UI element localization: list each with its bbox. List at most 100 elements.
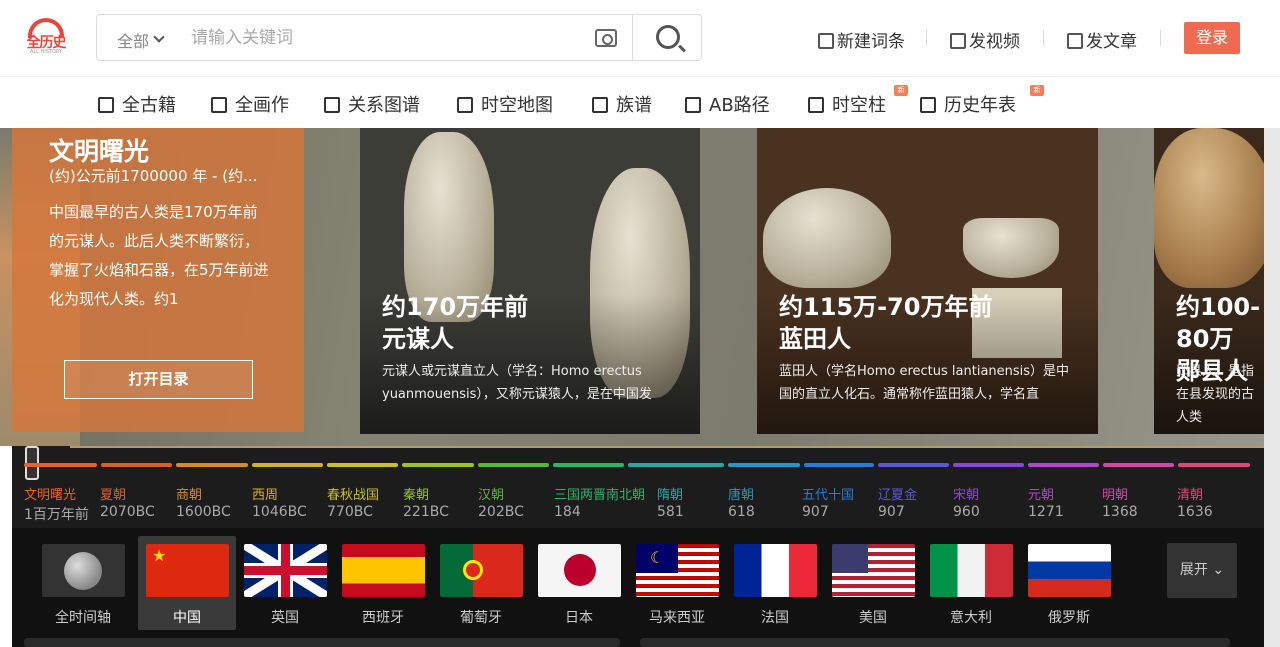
timeline-segment[interactable] [878,463,949,467]
content-strip [640,638,1230,647]
timeline-segment[interactable] [478,463,549,467]
hero-card[interactable]: 约115万-70万年前 蓝田人 蓝田人（学名Homo erectus lantia… [757,128,1098,434]
period-name[interactable]: 文明曙光 [24,484,76,503]
search-input[interactable] [191,25,571,51]
timeline-segment[interactable] [1103,463,1174,467]
period-year: 618 [728,504,755,520]
period-year: 1368 [1102,504,1138,520]
period-name[interactable]: 商朝 [176,484,202,503]
country-label: 意大利 [950,610,992,626]
country-italy[interactable]: 意大利 [922,536,1020,630]
timeline-segment[interactable] [628,463,724,467]
card-time: 约170万年前 [382,293,529,321]
country-malaysia[interactable]: ☾ 马来西亚 [628,536,726,630]
timeline-segment[interactable] [252,463,323,467]
login-button[interactable]: 登录 [1184,22,1240,54]
country-label: 中国 [173,610,201,626]
country-label: 西班牙 [362,610,404,626]
period-name[interactable]: 五代十国 [802,484,854,503]
nav-label: 全画作 [235,95,289,116]
nav-item-ancient-books[interactable]: 全古籍 [98,91,176,117]
country-label: 葡萄牙 [460,610,502,626]
search-icon[interactable] [656,25,680,49]
country-china[interactable]: ★ 中国 [138,536,236,630]
country-uk[interactable]: 英国 [236,536,334,630]
nav-item-relation-graph[interactable]: 关系图谱 [324,91,420,117]
card-time: 约100-80万 [1176,293,1261,353]
country-france[interactable]: 法国 [726,536,824,630]
period-name[interactable]: 隋朝 [657,484,683,503]
picture-icon [211,97,227,113]
period-name[interactable]: 西周 [252,484,278,503]
timeline-segment[interactable] [101,463,172,467]
top-bar: 全历史 ALL HISTORY 全部 新建词条 发视频 发文章 登录 [0,0,1280,76]
period-year: 221BC [403,504,449,520]
timeline-segment[interactable] [804,463,874,467]
period-name[interactable]: 秦朝 [403,484,429,503]
chevron-down-icon[interactable] [153,31,165,43]
period-name[interactable]: 汉朝 [478,484,504,503]
search-divider [632,15,633,60]
timeline-segment[interactable] [402,463,474,467]
period-name[interactable]: 夏朝 [100,484,126,503]
nav-item-spacetime-map[interactable]: 时空地图 [457,91,553,117]
post-article-label: 发文章 [1086,32,1137,52]
country-usa[interactable]: 美国 [824,536,922,630]
period-name[interactable]: 三国两晋南北朝 [554,484,645,503]
period-name[interactable]: 宋朝 [953,484,979,503]
period-name[interactable]: 明朝 [1102,484,1128,503]
period-name[interactable]: 辽夏金 [878,484,917,503]
country-spain[interactable]: 西班牙 [334,536,432,630]
nav-item-genealogy[interactable]: 族谱 [592,91,652,117]
nav-label: 历史年表 [944,95,1016,116]
country-russia[interactable]: 俄罗斯 [1020,536,1118,630]
open-catalog-button[interactable]: 打开目录 [64,360,253,399]
nav-item-paintings[interactable]: 全画作 [211,91,289,117]
search-scope-select[interactable]: 全部 [117,28,149,52]
post-article-link[interactable]: 发文章 [1067,27,1137,52]
graph-icon [324,97,340,113]
flag-stripe [281,544,290,597]
timeline-segment[interactable] [176,463,248,467]
nav-item-ab-path[interactable]: AB路径 [685,91,770,117]
post-video-link[interactable]: 发视频 [950,27,1020,52]
country-all-timeline[interactable]: 全时间轴 [34,536,132,630]
timeline-segment[interactable] [1028,463,1099,467]
scrollbar[interactable] [1264,128,1280,647]
period-name[interactable]: 春秋战国 [327,484,379,503]
timeline-segment[interactable] [1178,463,1250,467]
flag-star: ★ [152,546,167,565]
timeline-segment[interactable] [327,463,398,467]
fossil-jaw-image [963,218,1059,278]
hero-card[interactable]: 约170万年前 元谋人 元谋人或元谋直立人（学名：Homo erectus yua… [360,128,700,434]
nav-item-spacetime-pillar[interactable]: 时空柱新 [808,85,908,117]
flag-canton: ☾ [636,544,678,573]
nav-label: 全古籍 [122,95,176,116]
logo-subtext: ALL HISTORY [29,49,63,55]
period-name[interactable]: 唐朝 [728,484,754,503]
period-name[interactable]: 清朝 [1177,484,1203,503]
timeline-segment[interactable] [553,463,624,467]
globe-sphere [64,552,102,590]
expand-button[interactable]: 展开 ⌄ [1167,543,1237,598]
era-description: 中国最早的古人类是170万年前的元谋人。此后人类不断繁衍，掌握了火焰和石器，在5… [49,203,269,308]
period-year: 581 [657,504,684,520]
video-icon [950,33,966,49]
card-title: 约170万年前 元谋人 [382,291,528,355]
nav-item-history-chronology[interactable]: 历史年表 新 [920,85,1044,117]
dynasty-timeline: 文明曙光 1百万年前 夏朝 2070BC 商朝 1600BC 西周 1046BC 春秋战国 770… [12,446,1264,528]
hero-card[interactable]: 约100-80万 郧县人 郧县人，是指在县发现的古人类 [1154,128,1264,434]
site-logo[interactable]: 全历史 ALL HISTORY [24,18,68,56]
timeline-segment[interactable] [24,463,97,467]
china-flag-icon: ★ [146,544,229,597]
timeline-segment[interactable] [953,463,1024,467]
path-icon [685,97,701,113]
country-japan[interactable]: 日本 [530,536,628,630]
camera-icon[interactable] [595,29,617,47]
era-title: 文明曙光 [49,137,150,166]
period-name[interactable]: 元朝 [1028,484,1054,503]
country-portugal[interactable]: 葡萄牙 [432,536,530,630]
new-entry-link[interactable]: 新建词条 [818,27,905,52]
timeline-segment[interactable] [728,463,800,467]
card-title: 约115万-70万年前 蓝田人 [779,291,992,355]
